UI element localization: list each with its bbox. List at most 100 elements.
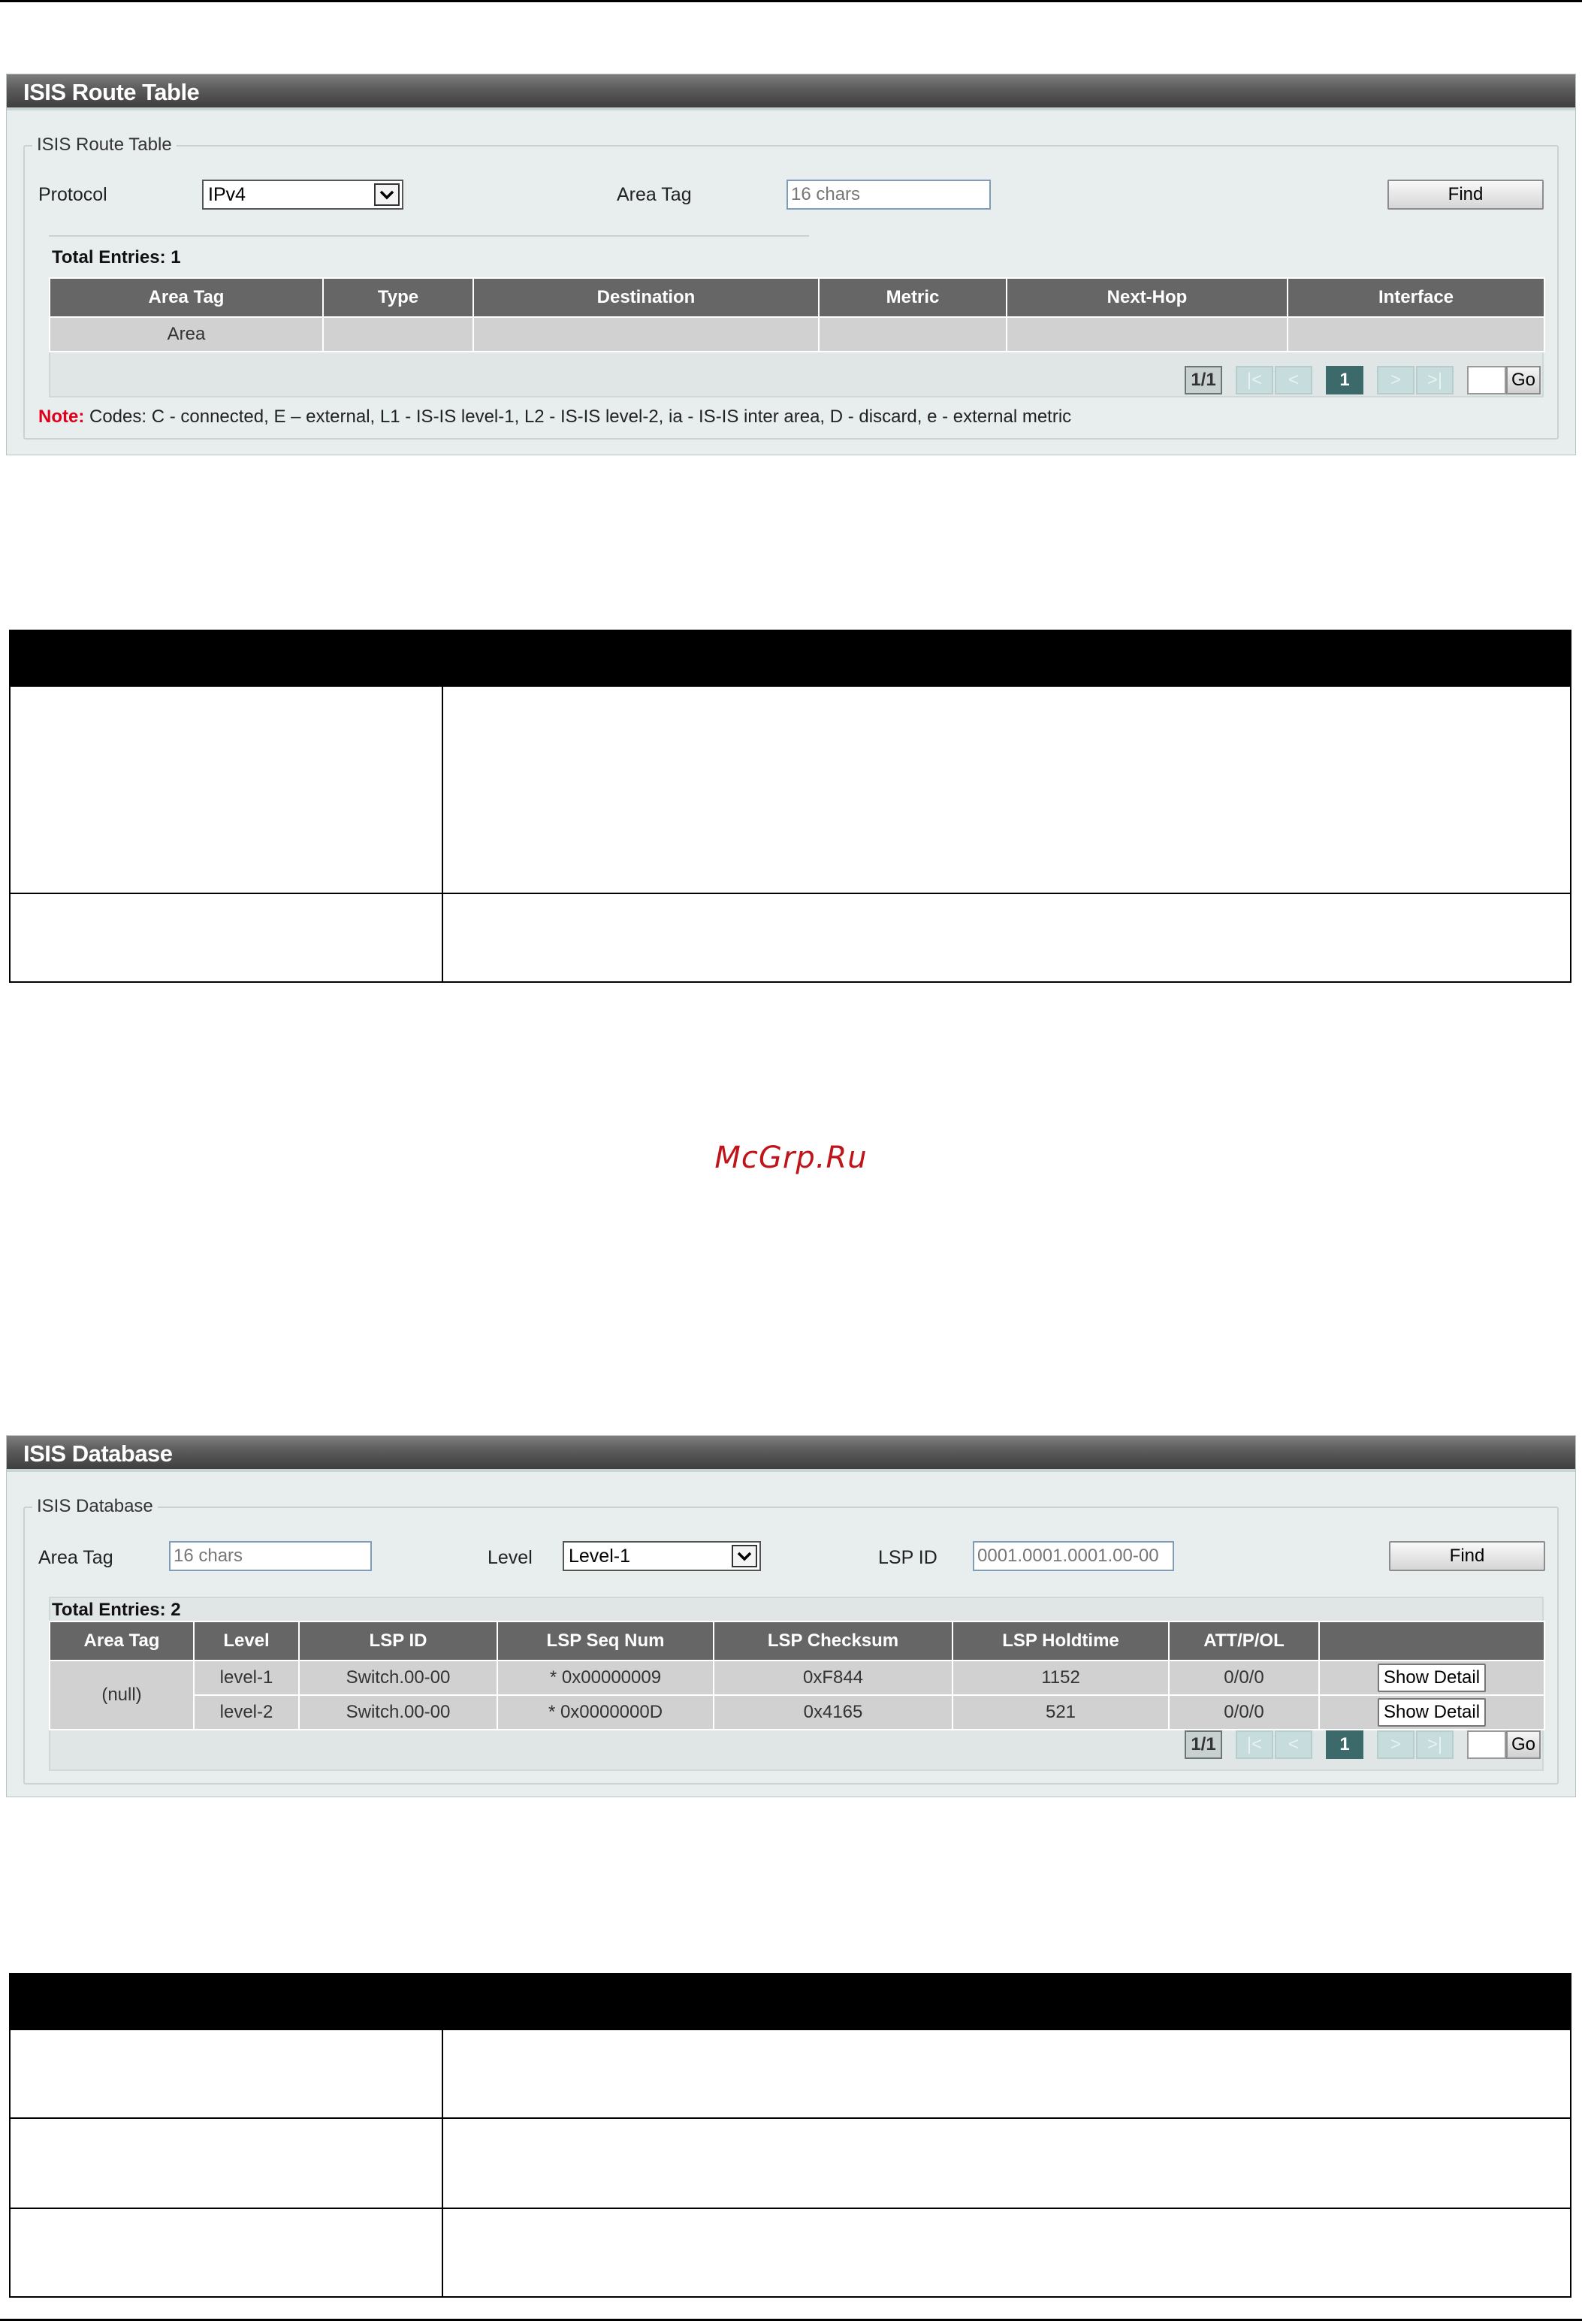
parameter-cell — [11, 687, 443, 893]
description-table-header — [11, 631, 1570, 685]
description-table-2 — [9, 1973, 1571, 2298]
chevron-down-icon[interactable] — [732, 1545, 757, 1567]
watermark-text: McGrp.Ru — [714, 1141, 868, 1175]
parameter-cell — [11, 2209, 443, 2296]
database-fieldset: ISIS Database Area Tag 16 chars Level Le… — [23, 1496, 1559, 1785]
cell-lsp-seq-num: * 0x00000009 — [497, 1660, 714, 1696]
level-select-value: Level-1 — [569, 1546, 630, 1567]
page-number-input[interactable] — [1467, 366, 1506, 394]
cell-next-hop — [1006, 316, 1288, 352]
cell-actions: Show Detail — [1318, 1660, 1545, 1696]
cell-lsp-checksum: 0xF844 — [713, 1660, 953, 1696]
cell-actions: Show Detail — [1318, 1694, 1545, 1730]
description-table-1 — [9, 630, 1571, 983]
table-row: level-2 Switch.00-00 * 0x0000000D 0x4165… — [50, 1694, 1545, 1730]
table-row: (null) level-1 Switch.00-00 * 0x00000009… — [49, 1660, 1545, 1730]
table-header-row: Area Tag Type Destination Metric Next-Ho… — [49, 277, 1545, 318]
cell-type — [322, 316, 474, 352]
col-level: Level — [193, 1621, 300, 1661]
description-table-header — [11, 1975, 1570, 2029]
cell-interface — [1287, 316, 1545, 352]
col-actions — [1318, 1621, 1545, 1661]
col-lsp-holdtime: LSP Holdtime — [952, 1621, 1170, 1661]
cell-att-p-ol: 0/0/0 — [1168, 1694, 1320, 1730]
show-detail-button[interactable]: Show Detail — [1377, 1664, 1487, 1692]
col-lsp-id: LSP ID — [298, 1621, 498, 1661]
page-count: 1/1 — [1185, 366, 1222, 394]
note-text: Codes: C - connected, E – external, L1 -… — [84, 406, 1072, 427]
isis-database-panel: ISIS Database ISIS Database Area Tag 16 … — [6, 1435, 1576, 1797]
cell-lsp-id: Switch.00-00 — [298, 1660, 498, 1696]
page-number-input[interactable] — [1467, 1730, 1506, 1759]
panel-title: ISIS Route Table — [7, 74, 1575, 110]
level-label: Level — [488, 1547, 533, 1568]
first-page-button[interactable]: |< — [1236, 366, 1273, 394]
cell-lsp-checksum: 0x4165 — [713, 1694, 953, 1730]
description-row — [11, 2117, 1570, 2208]
page-1-button[interactable]: 1 — [1326, 366, 1363, 394]
find-button[interactable]: Find — [1387, 180, 1544, 210]
note-label: Note: — [38, 406, 85, 427]
table-header-row: Area Tag Level LSP ID LSP Seq Num LSP Ch… — [49, 1621, 1545, 1661]
cell-level: level-2 — [193, 1694, 300, 1730]
prev-page-button[interactable]: < — [1275, 366, 1312, 394]
level-select[interactable]: Level-1 — [563, 1541, 761, 1571]
parameter-cell — [11, 894, 443, 981]
cell-lsp-id: Switch.00-00 — [298, 1694, 498, 1730]
cell-att-p-ol: 0/0/0 — [1168, 1660, 1320, 1696]
description-row — [11, 893, 1570, 981]
description-row — [11, 685, 1570, 893]
last-page-button[interactable]: >| — [1416, 366, 1454, 394]
col-att-p-ol: ATT/P/OL — [1168, 1621, 1320, 1661]
isis-route-table-panel: ISIS Route Table ISIS Route Table Protoc… — [6, 74, 1576, 455]
area-tag-label: Area Tag — [617, 184, 692, 205]
parameter-cell — [11, 2119, 443, 2208]
page-1-button[interactable]: 1 — [1326, 1730, 1363, 1759]
database-table: Area Tag Level LSP ID LSP Seq Num LSP Ch… — [49, 1621, 1545, 1730]
next-page-button[interactable]: > — [1377, 1730, 1414, 1759]
col-area-tag: Area Tag — [49, 277, 324, 318]
fieldset-legend: ISIS Route Table — [32, 134, 177, 156]
bottom-rule — [0, 2319, 1582, 2321]
route-table-fieldset: ISIS Route Table Protocol IPv4 Area Tag … — [23, 134, 1559, 440]
cell-lsp-holdtime: 1152 — [952, 1660, 1170, 1696]
col-area-tag: Area Tag — [49, 1621, 195, 1661]
cell-lsp-seq-num: * 0x0000000D — [497, 1694, 714, 1730]
prev-page-button[interactable]: < — [1275, 1730, 1312, 1759]
find-button[interactable]: Find — [1389, 1541, 1545, 1571]
description-row — [11, 2208, 1570, 2296]
cell-destination — [472, 316, 820, 352]
col-metric: Metric — [818, 277, 1007, 318]
first-page-button[interactable]: |< — [1236, 1730, 1273, 1759]
pagination: 1/1 |< < 1 > >| Go — [1185, 366, 1541, 394]
area-tag-input[interactable]: 16 chars — [169, 1541, 372, 1571]
cell-area-tag: (null) — [49, 1660, 195, 1730]
cell-metric — [818, 316, 1007, 352]
area-tag-label: Area Tag — [38, 1547, 113, 1568]
page-count: 1/1 — [1185, 1730, 1222, 1759]
go-button[interactable]: Go — [1506, 366, 1541, 394]
next-page-button[interactable]: > — [1377, 366, 1414, 394]
top-rule — [0, 0, 1582, 2]
col-lsp-seq-num: LSP Seq Num — [497, 1621, 714, 1661]
table-row: Area — [49, 316, 1545, 352]
description-row — [11, 2029, 1570, 2117]
total-entries: Total Entries: 1 — [52, 247, 181, 267]
col-destination: Destination — [472, 277, 820, 318]
total-entries: Total Entries: 2 — [52, 1600, 181, 1620]
cell-level: level-1 — [193, 1660, 300, 1696]
parameter-cell — [11, 2030, 443, 2117]
protocol-select[interactable]: IPv4 — [202, 180, 403, 210]
last-page-button[interactable]: >| — [1416, 1730, 1454, 1759]
show-detail-button[interactable]: Show Detail — [1377, 1698, 1487, 1727]
chevron-down-icon[interactable] — [374, 183, 400, 206]
lsp-id-label: LSP ID — [878, 1547, 937, 1568]
area-tag-input[interactable]: 16 chars — [786, 180, 991, 210]
codes-note: Note: Codes: C - connected, E – external… — [38, 406, 1071, 428]
lsp-id-input[interactable]: 0001.0001.0001.00-00 — [973, 1541, 1174, 1571]
panel-title: ISIS Database — [7, 1436, 1575, 1472]
protocol-select-value: IPv4 — [208, 184, 246, 205]
go-button[interactable]: Go — [1506, 1730, 1541, 1759]
pagination: 1/1 |< < 1 > >| Go — [1185, 1730, 1541, 1759]
col-type: Type — [322, 277, 474, 318]
